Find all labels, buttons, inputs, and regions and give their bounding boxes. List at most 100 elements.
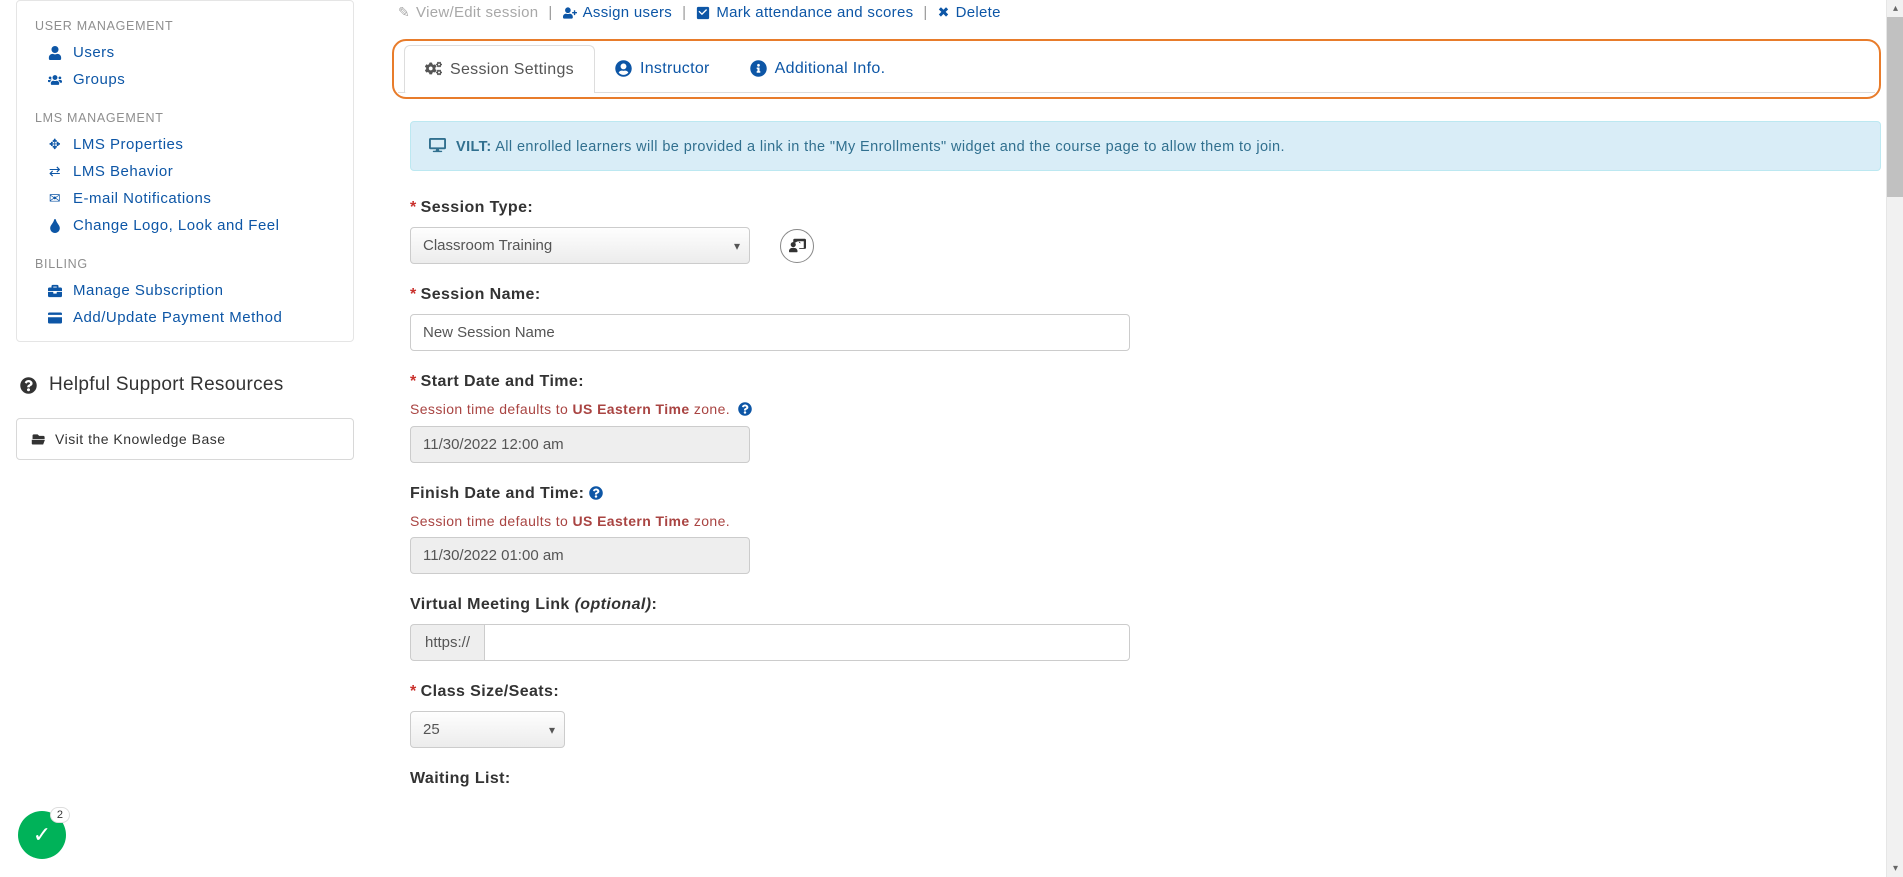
class-size-label: *Class Size/Seats:: [410, 683, 1881, 701]
main-content: ✎ View/Edit session | Assign users | Mar…: [370, 0, 1903, 877]
credit-card-icon: [47, 310, 63, 326]
exchange-icon: ⇄: [47, 163, 63, 180]
field-session-type: *Session Type: Classroom Training: [410, 199, 1881, 264]
field-waiting-list: Waiting List:: [410, 770, 1881, 788]
required-marker: *: [410, 199, 417, 216]
alert-prefix: VILT:: [456, 139, 492, 155]
start-hint: Session time defaults to US Eastern Time…: [410, 401, 1881, 418]
help-icon[interactable]: [738, 401, 752, 418]
sidebar: USER MANAGEMENT Users Groups LMS MANAGEM…: [0, 0, 370, 877]
nav-item-label: Add/Update Payment Method: [73, 309, 282, 326]
scrollbar[interactable]: ▴ ▾: [1886, 0, 1903, 877]
info-icon: [750, 60, 767, 79]
knowledge-base-button[interactable]: Visit the Knowledge Base: [16, 418, 354, 460]
required-marker: *: [410, 286, 417, 303]
nav-item-label: E-mail Notifications: [73, 190, 211, 207]
session-type-select[interactable]: Classroom Training: [410, 227, 750, 264]
tab-label: Additional Info.: [775, 60, 886, 78]
scroll-up-button[interactable]: ▴: [1887, 0, 1903, 17]
pencil-icon: ✎: [398, 4, 410, 21]
nav-heading-user-management: USER MANAGEMENT: [17, 1, 353, 39]
assign-users-link[interactable]: Assign users: [563, 4, 672, 21]
tab-additional-info[interactable]: Additional Info.: [730, 45, 906, 93]
scroll-down-button[interactable]: ▾: [1887, 860, 1903, 877]
folder-open-icon: [31, 431, 45, 447]
meeting-link-label: Virtual Meeting Link (optional):: [410, 596, 1881, 614]
nav-item-lms-properties[interactable]: ✥ LMS Properties: [17, 131, 353, 158]
help-icon[interactable]: [589, 485, 603, 502]
users-icon: [47, 72, 63, 88]
question-circle-icon: [20, 375, 37, 396]
success-badge[interactable]: ✓ 2: [18, 811, 66, 859]
nav-item-manage-subscription[interactable]: Manage Subscription: [17, 277, 353, 304]
tint-icon: [47, 218, 63, 234]
tab-label: Instructor: [640, 60, 710, 78]
tabs-highlight-wrap: Session Settings Instructor Additional I…: [392, 39, 1881, 99]
cogs-icon: [425, 60, 442, 79]
user-icon: [47, 45, 63, 61]
session-type-label: *Session Type:: [410, 199, 1881, 217]
nav-item-payment-method[interactable]: Add/Update Payment Method: [17, 304, 353, 331]
nav-item-label: Change Logo, Look and Feel: [73, 217, 279, 234]
form-area: VILT: All enrolled learners will be prov…: [392, 121, 1881, 788]
field-start-datetime: *Start Date and Time: Session time defau…: [410, 373, 1881, 463]
url-scheme-addon: https://: [410, 624, 484, 661]
classroom-training-icon: [780, 229, 814, 263]
class-size-select[interactable]: 25: [410, 711, 565, 748]
required-marker: *: [410, 373, 417, 390]
separator: |: [548, 4, 552, 21]
alert-text: All enrolled learners will be provided a…: [495, 139, 1285, 155]
separator: |: [923, 4, 927, 21]
envelope-icon: ✉: [47, 190, 63, 207]
check-icon: ✓: [33, 822, 51, 848]
meeting-link-input[interactable]: [484, 624, 1130, 661]
support-heading: Helpful Support Resources: [16, 364, 354, 406]
nav-heading-lms-management: LMS MANAGEMENT: [17, 93, 353, 131]
nav-item-label: LMS Properties: [73, 136, 183, 153]
field-meeting-link: Virtual Meeting Link (optional): https:/…: [410, 596, 1881, 661]
finish-label: Finish Date and Time:: [410, 485, 1881, 503]
check-square-icon: [696, 5, 710, 21]
nav-item-label: Groups: [73, 71, 125, 88]
tabs: Session Settings Instructor Additional I…: [398, 45, 1875, 93]
field-class-size: *Class Size/Seats: 25: [410, 683, 1881, 748]
nav-item-lms-behavior[interactable]: ⇄ LMS Behavior: [17, 158, 353, 185]
field-finish-datetime: Finish Date and Time: Session time defau…: [410, 485, 1881, 574]
nav-item-groups[interactable]: Groups: [17, 66, 353, 93]
session-name-label: *Session Name:: [410, 286, 1881, 304]
tab-label: Session Settings: [450, 61, 574, 79]
finish-datetime-input[interactable]: [410, 537, 750, 574]
required-marker: *: [410, 683, 417, 700]
move-icon: ✥: [47, 136, 63, 153]
tab-instructor[interactable]: Instructor: [595, 45, 730, 93]
session-name-input[interactable]: [410, 314, 1130, 351]
nav-panel: USER MANAGEMENT Users Groups LMS MANAGEM…: [16, 0, 354, 342]
nav-item-label: Manage Subscription: [73, 282, 223, 299]
badge-count: 2: [50, 807, 70, 823]
user-plus-icon: [563, 5, 577, 21]
support-heading-text: Helpful Support Resources: [49, 374, 284, 396]
nav-item-users[interactable]: Users: [17, 39, 353, 66]
kb-button-label: Visit the Knowledge Base: [55, 431, 226, 447]
vilt-alert: VILT: All enrolled learners will be prov…: [410, 121, 1881, 171]
scroll-thumb[interactable]: [1887, 17, 1903, 197]
close-icon: ✖: [938, 4, 950, 21]
mark-attendance-link[interactable]: Mark attendance and scores: [696, 4, 913, 21]
tab-session-settings[interactable]: Session Settings: [404, 45, 595, 93]
field-session-name: *Session Name:: [410, 286, 1881, 351]
desktop-icon: [429, 137, 446, 155]
nav-item-email-notifications[interactable]: ✉ E-mail Notifications: [17, 185, 353, 212]
view-edit-session-link: ✎ View/Edit session: [398, 4, 538, 21]
finish-hint: Session time defaults to US Eastern Time…: [410, 513, 1881, 529]
briefcase-icon: [47, 283, 63, 299]
nav-heading-billing: BILLING: [17, 239, 353, 277]
start-datetime-input[interactable]: [410, 426, 750, 463]
nav-item-label: Users: [73, 44, 115, 61]
delete-link[interactable]: ✖ Delete: [938, 4, 1001, 21]
nav-item-change-logo[interactable]: Change Logo, Look and Feel: [17, 212, 353, 239]
waiting-list-label: Waiting List:: [410, 770, 1881, 788]
action-bar: ✎ View/Edit session | Assign users | Mar…: [392, 0, 1881, 39]
separator: |: [682, 4, 686, 21]
user-circle-icon: [615, 60, 632, 79]
start-label: *Start Date and Time:: [410, 373, 1881, 391]
